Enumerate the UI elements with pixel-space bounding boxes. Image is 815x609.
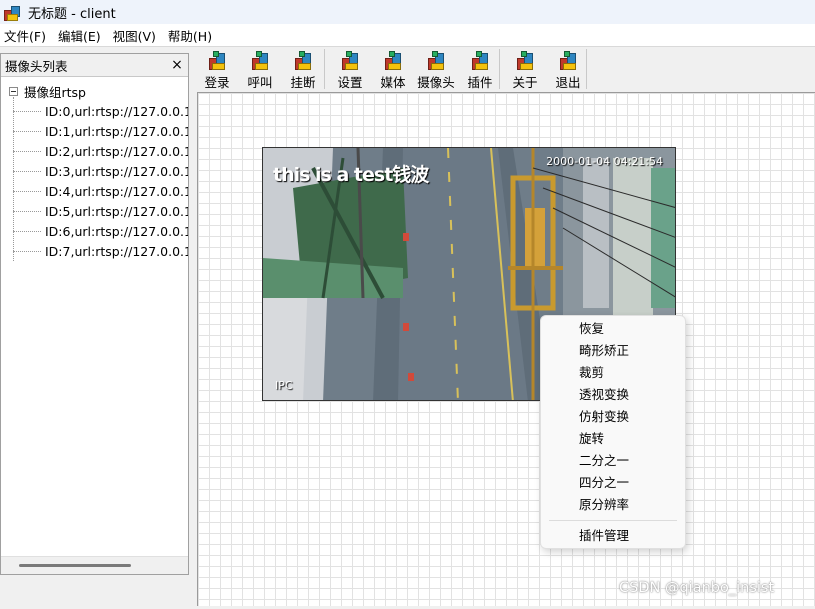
camera-icon [427,51,445,70]
menu-item-affine-transform[interactable]: 仿射变换 [541,406,685,428]
menu-item-perspective-transform[interactable]: 透视变换 [541,384,685,406]
hangup-button[interactable]: 挂断 [282,47,324,91]
exit-button[interactable]: 退出 [550,47,586,91]
title-bar: 无标题 - client [0,0,815,24]
menu-file[interactable]: 文件(F) [0,26,52,45]
tree-item-camera-3[interactable]: ID:3,url:rtsp://127.0.0.1/1( [13,161,188,181]
menu-view[interactable]: 视图(V) [109,26,162,45]
settings-icon [341,51,359,70]
toolbar-separator [586,49,587,89]
watermark: CSDN @qianbo_insist [619,580,775,596]
media-icon [384,51,402,70]
tree-item-camera-4[interactable]: ID:4,url:rtsp://127.0.0.1/1( [13,181,188,201]
video-osd-timestamp: 2000-01-04 04:21:54 [546,155,663,168]
about-icon [516,51,534,70]
horizontal-scrollbar[interactable] [1,556,188,574]
exit-icon [559,51,577,70]
tree-item-camera-0[interactable]: ID:0,url:rtsp://127.0.0.1/1( [13,101,188,121]
main-toolbar: 登录 呼叫 挂断 设置 媒体 摄像头 插件 关于 退出 [196,47,815,91]
tree-root-group[interactable]: 摄像组rtsp [1,81,188,101]
menu-item-restore[interactable]: 恢复 [541,318,685,340]
menu-edit[interactable]: 编辑(E) [54,26,107,45]
menu-item-quarter[interactable]: 四分之一 [541,472,685,494]
hangup-icon [294,51,312,70]
tree-item-camera-2[interactable]: ID:2,url:rtsp://127.0.0.1/1( [13,141,188,161]
call-button[interactable]: 呼叫 [238,47,282,91]
tree-children: ID:0,url:rtsp://127.0.0.1/1( ID:1,url:rt… [13,97,188,261]
menu-item-half[interactable]: 二分之一 [541,450,685,472]
window-title: 无标题 - client [28,6,116,22]
camera-list-panel: 摄像头列表 × 摄像组rtsp ID:0,url:rtsp://127.0.0.… [0,53,189,575]
plugin-icon [471,51,489,70]
tree-item-camera-7[interactable]: ID:7,url:rtsp://127.0.0.1/1 [13,241,188,261]
menu-separator [549,520,677,521]
menu-item-original-resolution[interactable]: 原分辨率 [541,494,685,516]
tree-item-camera-1[interactable]: ID:1,url:rtsp://127.0.0.1/1( [13,121,188,141]
app-icon [4,4,20,21]
menu-item-rotate[interactable]: 旋转 [541,428,685,450]
camera-list-title: 摄像头列表 [5,58,68,74]
camera-tree: 摄像组rtsp ID:0,url:rtsp://127.0.0.1/1( ID:… [1,77,188,261]
plugin-button[interactable]: 插件 [461,47,499,91]
camera-button[interactable]: 摄像头 [411,47,461,91]
tree-item-camera-6[interactable]: ID:6,url:rtsp://127.0.0.1/9 [13,221,188,241]
context-menu: 恢复 畸形矫正 裁剪 透视变换 仿射变换 旋转 二分之一 四分之一 原分辨率 插… [540,315,686,549]
close-icon[interactable]: × [170,57,184,73]
video-osd-label: IPC [275,379,293,392]
menu-bar: 文件(F) 编辑(E) 视图(V) 帮助(H) [0,24,815,47]
menu-item-distortion-correction[interactable]: 畸形矫正 [541,340,685,362]
collapse-icon[interactable] [9,86,18,96]
call-icon [251,51,269,70]
media-button[interactable]: 媒体 [375,47,411,91]
menu-item-crop[interactable]: 裁剪 [541,362,685,384]
tree-item-camera-5[interactable]: ID:5,url:rtsp://127.0.0.1/9 [13,201,188,221]
tree-root-label: 摄像组rtsp [24,84,86,100]
login-button[interactable]: 登录 [196,47,238,91]
video-osd-title: this is a test钱波 [273,164,429,186]
login-icon [208,51,226,70]
settings-button[interactable]: 设置 [325,47,375,91]
about-button[interactable]: 关于 [500,47,550,91]
camera-list-header: 摄像头列表 × [1,54,188,77]
menu-help[interactable]: 帮助(H) [164,26,218,45]
scrollbar-thumb[interactable] [19,564,131,567]
menu-item-plugin-management[interactable]: 插件管理 [541,525,685,547]
